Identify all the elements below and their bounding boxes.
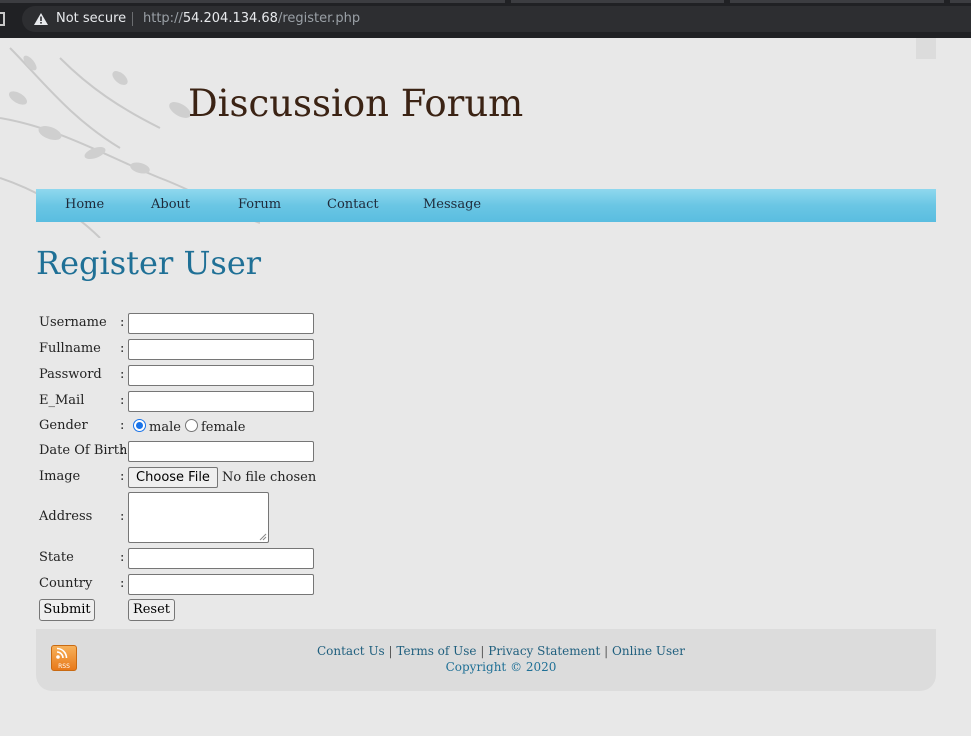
dob-label: Date Of Birth xyxy=(39,443,128,458)
security-status[interactable]: Not secure xyxy=(56,11,126,26)
warning-icon xyxy=(34,13,48,25)
nav-home-link[interactable]: Home xyxy=(65,197,104,212)
username-colon: : xyxy=(120,315,125,330)
nav-about-link[interactable]: About xyxy=(151,197,190,212)
fullname-colon: : xyxy=(120,341,125,356)
username-label: Username xyxy=(39,315,107,330)
site-title: Discussion Forum xyxy=(188,82,524,125)
email-input[interactable] xyxy=(128,391,314,412)
address-separator xyxy=(132,12,133,26)
privacy-statement-link[interactable]: Privacy Statement xyxy=(488,644,600,658)
copyright-text: Copyright © 2020 xyxy=(445,660,557,674)
page-heading: Register User xyxy=(36,244,262,282)
dob-input[interactable] xyxy=(128,441,314,462)
gender-male-radio[interactable] xyxy=(133,419,146,432)
address-label: Address xyxy=(39,509,93,524)
address-textarea[interactable] xyxy=(128,492,269,543)
address-bar[interactable]: Not secure http://54.204.134.68/register… xyxy=(22,6,971,32)
submit-button[interactable]: Submit xyxy=(39,599,95,621)
browser-toolbar: Not secure http://54.204.134.68/register… xyxy=(0,0,971,38)
gender-male-label: male xyxy=(149,420,181,435)
nav-forum-link[interactable]: Forum xyxy=(238,197,281,212)
image-label: Image xyxy=(39,469,81,484)
state-label: State xyxy=(39,550,74,565)
url-text[interactable]: http://54.204.134.68/register.php xyxy=(143,11,360,26)
gender-female-radio[interactable] xyxy=(185,419,198,432)
password-label: Password xyxy=(39,367,102,382)
country-input[interactable] xyxy=(128,574,314,595)
reset-button[interactable]: Reset xyxy=(128,599,175,621)
footer-links: Contact Us | Terms of Use | Privacy Stat… xyxy=(36,644,936,658)
email-label: E_Mail xyxy=(39,393,85,408)
footer-divider: | xyxy=(388,644,393,658)
window-edge-icon xyxy=(0,12,5,26)
url-path: /register.php xyxy=(277,11,361,26)
gender-colon: : xyxy=(120,418,125,433)
nav-message-link[interactable]: Message xyxy=(423,197,481,212)
fullname-label: Fullname xyxy=(39,341,101,356)
main-navigation: Home About Forum Contact Message xyxy=(36,189,936,222)
contact-us-link[interactable]: Contact Us xyxy=(317,644,385,658)
resize-grip-icon[interactable] xyxy=(259,533,267,541)
url-host: 54.204.134.68 xyxy=(182,11,278,26)
gender-label: Gender xyxy=(39,418,88,433)
country-label: Country xyxy=(39,576,93,591)
username-input[interactable] xyxy=(128,313,314,334)
header-edge xyxy=(916,38,936,59)
dob-colon: : xyxy=(120,443,125,458)
tab-strip xyxy=(0,0,971,3)
password-colon: : xyxy=(120,367,125,382)
country-colon: : xyxy=(120,576,125,591)
email-colon: : xyxy=(120,393,125,408)
file-status-text: No file chosen xyxy=(222,470,317,485)
terms-of-use-link[interactable]: Terms of Use xyxy=(396,644,476,658)
footer: RSS Contact Us | Terms of Use | Privacy … xyxy=(36,629,936,691)
fullname-input[interactable] xyxy=(128,339,314,360)
state-input[interactable] xyxy=(128,548,314,569)
image-colon: : xyxy=(120,469,125,484)
gender-female-label: female xyxy=(201,420,246,435)
footer-divider: | xyxy=(604,644,609,658)
online-user-link[interactable]: Online User xyxy=(612,644,685,658)
footer-divider: | xyxy=(480,644,485,658)
choose-file-button[interactable]: Choose File xyxy=(128,467,218,488)
url-scheme: http:// xyxy=(143,11,183,26)
nav-contact-link[interactable]: Contact xyxy=(327,197,379,212)
password-input[interactable] xyxy=(128,365,314,386)
state-colon: : xyxy=(120,550,125,565)
address-colon: : xyxy=(120,509,125,524)
